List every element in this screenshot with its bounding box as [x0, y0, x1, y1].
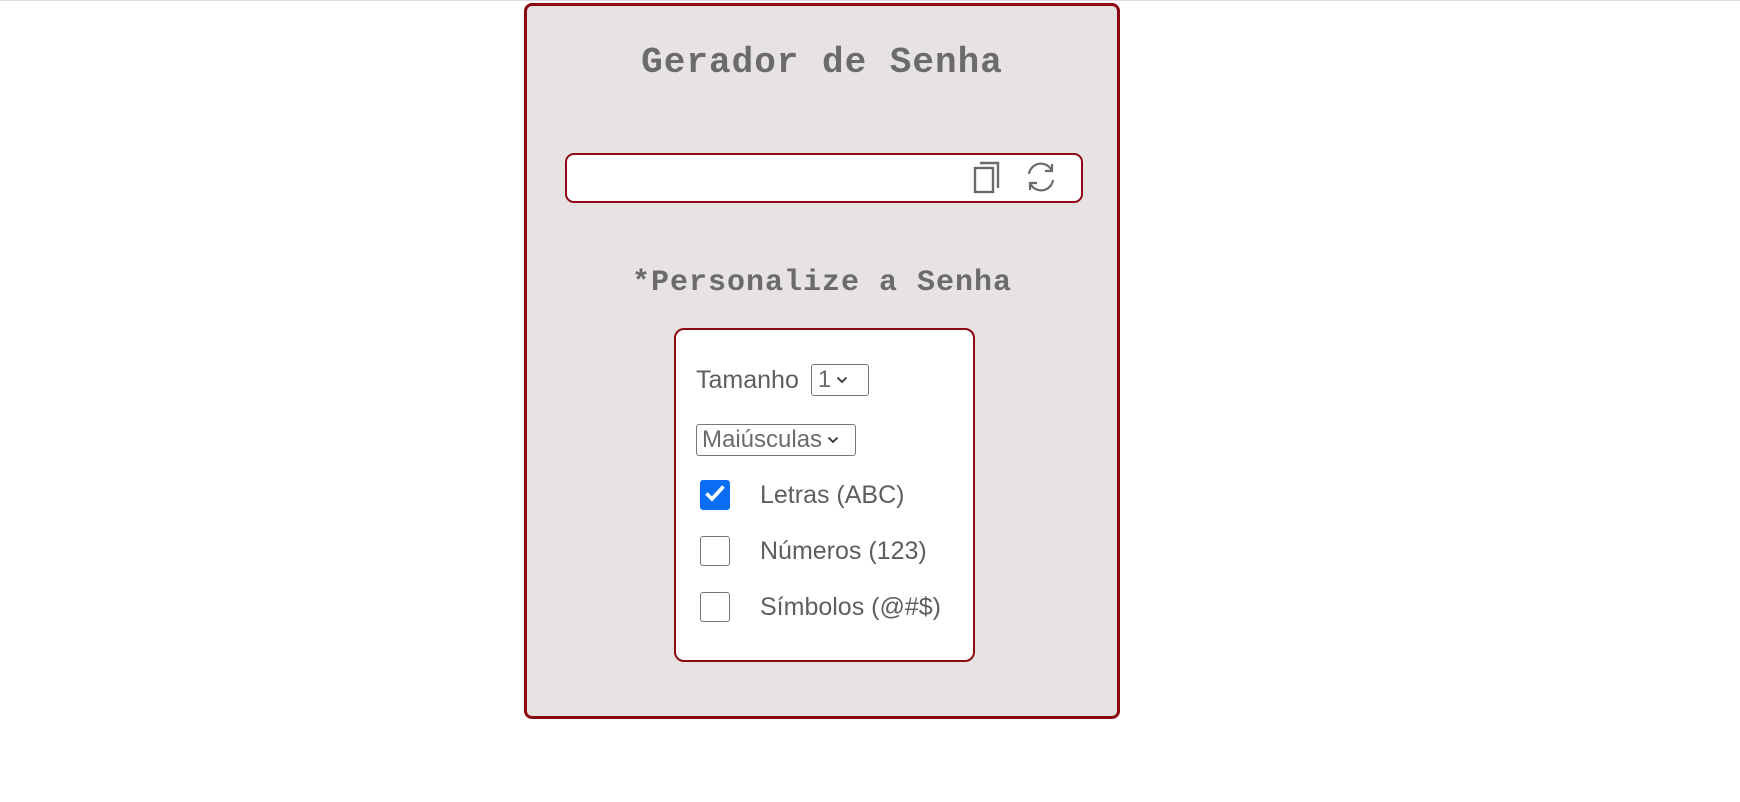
top-divider	[0, 0, 1740, 1]
password-generator-card: Gerador de Senha *Personalize a Senha Ta…	[524, 3, 1120, 719]
chevron-down-icon	[827, 436, 839, 444]
page-title: Gerador de Senha	[641, 42, 1003, 83]
checkmark-icon	[704, 484, 726, 507]
symbols-label: Símbolos (@#$)	[760, 592, 941, 621]
size-select-value: 1	[817, 366, 832, 393]
symbols-checkbox[interactable]	[700, 592, 730, 622]
password-output-bar	[565, 153, 1083, 203]
size-label: Tamanho	[696, 365, 799, 394]
refresh-button[interactable]	[1023, 161, 1059, 197]
letters-label: Letras (ABC)	[760, 480, 905, 509]
letters-option[interactable]: Letras (ABC)	[700, 480, 904, 510]
options-panel: Tamanho 1 Maiúsculas Letras (ABC) Número…	[674, 328, 975, 662]
letters-checkbox[interactable]	[700, 480, 730, 510]
copy-button[interactable]	[969, 161, 1005, 197]
size-select[interactable]: 1	[810, 364, 869, 396]
numbers-option[interactable]: Números (123)	[700, 536, 927, 566]
case-select-value: Maiúsculas	[702, 426, 823, 453]
chevron-down-icon	[836, 376, 848, 384]
refresh-icon	[1024, 160, 1058, 199]
numbers-checkbox[interactable]	[700, 536, 730, 566]
case-row: Maiúsculas	[696, 424, 856, 456]
size-row: Tamanho 1	[696, 364, 869, 396]
symbols-option[interactable]: Símbolos (@#$)	[700, 592, 941, 622]
case-select[interactable]: Maiúsculas	[696, 424, 856, 456]
password-output-field[interactable]	[577, 161, 961, 197]
copy-icon	[972, 160, 1002, 199]
numbers-label: Números (123)	[760, 536, 927, 565]
customize-heading: *Personalize a Senha	[631, 266, 1013, 300]
